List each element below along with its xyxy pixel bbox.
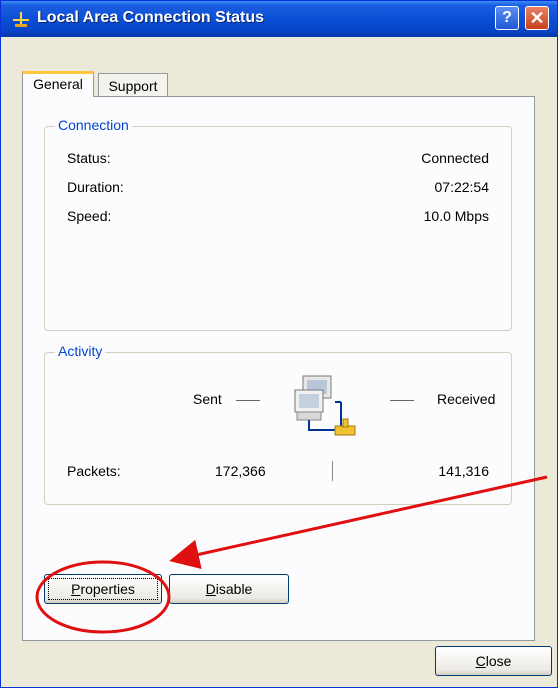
connection-group-label: Connection [55, 117, 132, 133]
sent-line [236, 400, 260, 401]
duration-value: 07:22:54 [434, 179, 490, 195]
connection-group: Connection Status: Connected Duration: 0… [44, 117, 512, 331]
close-accel: C [475, 653, 486, 669]
network-computers-icon [294, 375, 356, 436]
status-label: Status: [67, 150, 111, 166]
sent-label: Sent [193, 391, 222, 407]
properties-button[interactable]: Properties [44, 574, 162, 604]
network-connection-icon [13, 12, 29, 27]
packets-label: Packets: [67, 463, 121, 479]
close-button[interactable]: Close [435, 646, 552, 676]
disable-button[interactable]: Disable [169, 574, 289, 604]
disable-label: isable [215, 581, 253, 597]
properties-focus-ring [48, 578, 158, 600]
packets-divider [332, 461, 333, 481]
close-label: lose [485, 653, 512, 669]
title-bar[interactable]: Local Area Connection Status ? ✕ [1, 1, 557, 37]
activity-group: Activity Sent Received Packets: 172,366 … [44, 343, 512, 505]
window-title: Local Area Connection Status [37, 9, 264, 26]
received-line [390, 400, 414, 401]
speed-label: Speed: [67, 208, 112, 224]
packets-sent-value: 172,366 [215, 463, 266, 479]
close-window-button[interactable]: ✕ [525, 6, 549, 30]
duration-label: Duration: [67, 179, 124, 195]
disable-accel: D [205, 581, 216, 597]
packets-received-value: 141,316 [438, 463, 489, 479]
tab-general[interactable]: General [22, 71, 94, 97]
tab-panel-general: Connection Status: Connected Duration: 0… [22, 96, 535, 641]
status-value: Connected [421, 150, 489, 166]
received-label: Received [437, 391, 496, 407]
activity-group-label: Activity [55, 343, 106, 359]
help-button[interactable]: ? [495, 6, 519, 30]
dialog-window: Local Area Connection Status ? ✕ General… [0, 0, 558, 688]
speed-value: 10.0 Mbps [423, 208, 489, 224]
